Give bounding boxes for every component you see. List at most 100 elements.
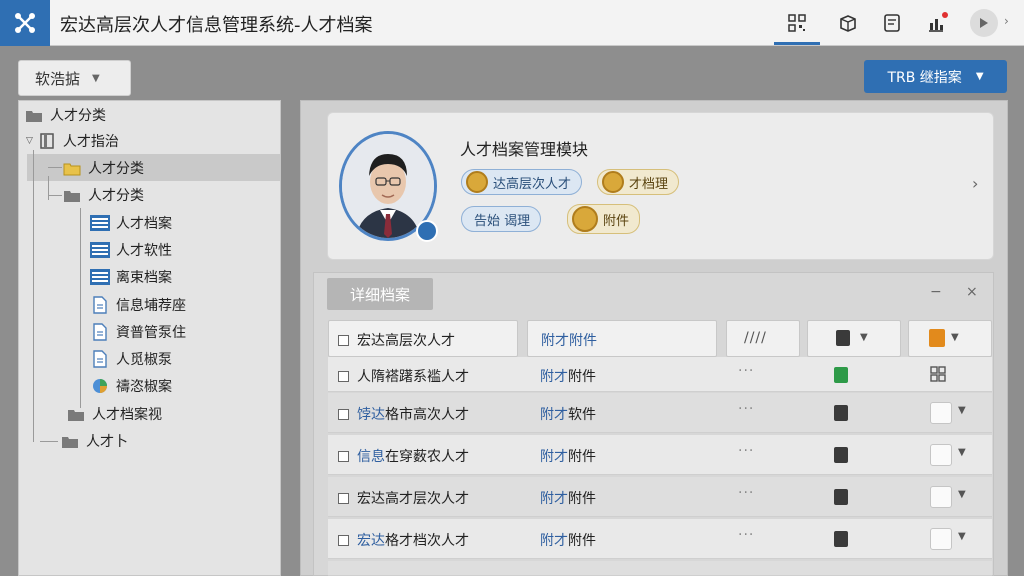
more-icon[interactable]: ··· bbox=[738, 401, 754, 417]
chevron-down-icon[interactable]: ▼ bbox=[958, 489, 966, 500]
chevron-down-icon: ▼ bbox=[975, 71, 984, 82]
checkbox[interactable] bbox=[338, 534, 349, 546]
chevron-right-icon[interactable]: › bbox=[972, 174, 978, 193]
tree-item-doc[interactable]: 資普管泵住 bbox=[90, 319, 186, 345]
tag-archive-manage[interactable]: 才档理 bbox=[597, 169, 680, 195]
table-row[interactable]: 人隋褡躇系褴人才 附才附件 ··· bbox=[328, 357, 992, 392]
chevron-down-icon[interactable]: ▼ bbox=[860, 332, 868, 343]
grid-icon[interactable] bbox=[930, 366, 952, 388]
notification-dot bbox=[942, 12, 948, 18]
folder-icon bbox=[60, 433, 80, 449]
play-icon bbox=[980, 18, 988, 28]
active-indicator bbox=[774, 42, 820, 45]
checkbox[interactable] bbox=[338, 408, 349, 420]
tree-item-root[interactable]: 人才分类 bbox=[24, 102, 106, 128]
tree-item-selected[interactable]: 人才分类 bbox=[62, 155, 144, 181]
file-type-icon bbox=[834, 489, 848, 505]
view-dropdown-label: 软浩掂 bbox=[35, 69, 81, 88]
app-header: 宏达高层次人才信息管理系统-人才档案 › bbox=[0, 0, 1024, 46]
qr-icon[interactable] bbox=[785, 11, 809, 35]
list-icon bbox=[90, 215, 110, 231]
header-file[interactable]: 附才附件 bbox=[541, 330, 597, 350]
medal-icon bbox=[602, 171, 624, 193]
medal-icon bbox=[466, 171, 488, 193]
file-type-icon bbox=[834, 405, 848, 421]
tree-connector bbox=[33, 150, 34, 442]
close-icon[interactable]: × bbox=[966, 284, 978, 300]
document-icon bbox=[90, 323, 110, 341]
tree-item-group[interactable]: ▽ 人才指治 bbox=[26, 128, 119, 154]
user-menu-chevron-icon[interactable]: › bbox=[1004, 14, 1009, 28]
tree-item-list[interactable]: 人才软性 bbox=[90, 237, 172, 263]
table-row[interactable]: 宏达 格才档次人才 附才附件 ··· ▼ bbox=[328, 519, 992, 559]
tree-connector bbox=[48, 176, 49, 200]
action-select[interactable] bbox=[930, 486, 952, 508]
primary-action-button[interactable]: TRB 继指案 ▼ bbox=[864, 60, 1007, 93]
tree-item-doc[interactable]: 人觅椒泵 bbox=[90, 346, 172, 372]
more-icon[interactable]: ··· bbox=[738, 527, 754, 543]
header-action-cell[interactable] bbox=[908, 320, 992, 357]
tree-connector bbox=[48, 195, 62, 196]
tree-item-folder[interactable]: 人才卜 bbox=[60, 428, 128, 454]
folder-icon bbox=[62, 187, 82, 203]
tree-connector bbox=[48, 167, 62, 168]
orange-file-icon[interactable] bbox=[929, 329, 945, 347]
chevron-down-icon: ▼ bbox=[92, 72, 100, 84]
avatar-status-badge bbox=[416, 220, 438, 242]
table-row-partial[interactable] bbox=[328, 561, 992, 576]
action-select[interactable] bbox=[930, 444, 952, 466]
file-type-icon bbox=[834, 447, 848, 463]
header-dots: //// bbox=[744, 330, 767, 346]
folder-icon bbox=[24, 107, 44, 123]
tree-item-folder[interactable]: 人才档案视 bbox=[66, 401, 162, 427]
logo-icon bbox=[15, 13, 35, 33]
folder-icon bbox=[66, 406, 86, 422]
table-row[interactable]: 饽达 格市高次人才 附才软件 ··· ▼ bbox=[328, 393, 992, 433]
table-row[interactable]: 信息 在穿薮农人才 附才附件 ··· ▼ bbox=[328, 435, 992, 475]
book-icon bbox=[37, 133, 57, 149]
chevron-down-icon[interactable]: ▼ bbox=[958, 447, 966, 458]
header-name[interactable]: 宏达高层次人才 bbox=[338, 330, 455, 350]
tab-detail-archive[interactable]: 详细档案 bbox=[327, 278, 433, 310]
checkbox[interactable] bbox=[338, 492, 349, 504]
file-type-icon bbox=[834, 531, 848, 547]
tree-item-list[interactable]: 人才档案 bbox=[90, 210, 172, 236]
tree-connector bbox=[40, 441, 58, 442]
view-dropdown[interactable]: 软浩掂 ▼ bbox=[18, 60, 131, 96]
chart-upload-icon[interactable] bbox=[924, 11, 948, 35]
tag-attachment[interactable]: 附件 bbox=[567, 204, 641, 234]
tag-management[interactable]: 告始 谒理 bbox=[461, 206, 542, 232]
excel-file-icon bbox=[834, 367, 848, 383]
folder-open-icon bbox=[62, 160, 82, 176]
more-icon[interactable]: ··· bbox=[738, 443, 754, 459]
more-icon[interactable]: ··· bbox=[738, 363, 754, 379]
app-title: 宏达高层次人才信息管理系统-人才档案 bbox=[60, 15, 373, 36]
file-type-icon bbox=[836, 330, 850, 346]
checkbox[interactable] bbox=[338, 450, 349, 462]
table-row[interactable]: 宏达高才层次人才 附才附件 ··· ▼ bbox=[328, 477, 992, 517]
star-medal-icon bbox=[572, 206, 598, 232]
tree-item-doc[interactable]: 信息埔荐座 bbox=[90, 292, 186, 318]
chevron-down-icon[interactable]: ▼ bbox=[958, 405, 966, 416]
more-icon[interactable]: ··· bbox=[738, 485, 754, 501]
action-select[interactable] bbox=[930, 528, 952, 550]
package-icon[interactable] bbox=[836, 11, 860, 35]
document-icon bbox=[90, 296, 110, 314]
tree-item-chart[interactable]: 禱恣椒案 bbox=[90, 373, 172, 399]
tree-item-folder[interactable]: 人才分类 bbox=[62, 182, 144, 208]
tree-item-list[interactable]: 离束档案 bbox=[90, 264, 172, 290]
action-select[interactable] bbox=[930, 402, 952, 424]
tag-talent-level[interactable]: 达高层次人才 bbox=[461, 169, 583, 195]
document-icon bbox=[90, 350, 110, 368]
chevron-down-icon[interactable]: ▼ bbox=[951, 332, 959, 343]
collapse-icon[interactable]: − bbox=[930, 284, 942, 300]
header-type-cell[interactable] bbox=[807, 320, 901, 357]
checkbox[interactable] bbox=[338, 334, 349, 346]
chevron-down-icon[interactable]: ▼ bbox=[958, 531, 966, 542]
app-logo[interactable] bbox=[0, 0, 50, 46]
play-button[interactable] bbox=[970, 9, 998, 37]
expand-triangle-icon[interactable]: ▽ bbox=[26, 136, 33, 146]
document-icon[interactable] bbox=[880, 11, 904, 35]
checkbox[interactable] bbox=[338, 370, 349, 382]
list-icon bbox=[90, 269, 110, 285]
